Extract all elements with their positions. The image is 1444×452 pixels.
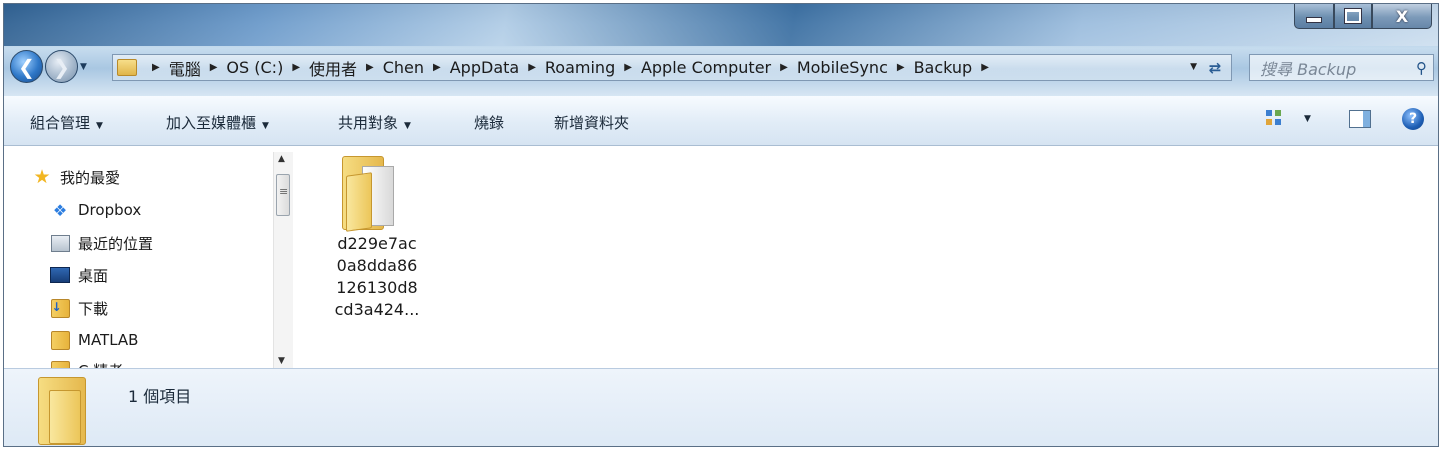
details-pane: 1 個項目	[4, 368, 1438, 446]
downloads-folder-icon	[50, 298, 70, 318]
change-view-icon[interactable]	[1266, 110, 1284, 128]
organize-label: 組合管理	[30, 114, 91, 132]
sidebar-item-favorites[interactable]: ★ 我的最愛	[32, 164, 120, 190]
preview-pane-icon[interactable]	[1349, 110, 1371, 128]
chevron-down-icon: ▼	[404, 121, 411, 131]
breadcrumb-chevron-icon[interactable]: ▶	[981, 62, 989, 73]
breadcrumb-chevron-icon[interactable]: ▶	[528, 62, 536, 73]
recent-pages-dropdown-icon[interactable]: ▼	[80, 62, 87, 72]
scrollbar-thumb[interactable]	[276, 174, 290, 216]
breadcrumb-item[interactable]: OS (C:)	[226, 58, 283, 77]
new-folder-label: 新增資料夾	[554, 114, 630, 132]
help-icon[interactable]: ?	[1402, 108, 1424, 130]
share-with-button[interactable]: 共用對象 ▼	[338, 112, 411, 133]
breadcrumb-chevron-icon[interactable]: ▶	[210, 62, 218, 73]
folder-name-line: cd3a424...	[334, 300, 420, 319]
breadcrumb-item[interactable]: Roaming	[545, 58, 615, 77]
dropbox-icon: ❖	[52, 200, 68, 220]
organize-button[interactable]: 組合管理 ▼	[30, 112, 103, 133]
maximize-icon	[1344, 8, 1362, 24]
back-arrow-icon: ❮	[18, 54, 35, 79]
close-button[interactable]: X	[1372, 4, 1432, 29]
scroll-up-icon[interactable]: ▲	[278, 154, 285, 164]
folder-icon	[38, 377, 86, 445]
breadcrumb-chevron-icon[interactable]: ▶	[366, 62, 374, 73]
breadcrumb-item[interactable]: MobileSync	[797, 58, 888, 77]
burn-label: 燒錄	[474, 114, 505, 132]
sidebar-item-label: MATLAB	[78, 331, 139, 349]
breadcrumb-item[interactable]: Backup	[914, 58, 973, 77]
forward-button[interactable]: ❯	[45, 50, 78, 83]
recent-places-icon	[50, 234, 70, 252]
breadcrumb-item[interactable]: Chen	[383, 58, 424, 77]
sidebar-item-matlab[interactable]: MATLAB	[50, 327, 138, 353]
title-bar: X ❮ ❯ ▼ ▶ 電腦 ▶ OS (C:) ▶ 使用者 ▶ Chen ▶ Ap…	[4, 4, 1438, 96]
sidebar-item-label: 下載	[78, 299, 109, 318]
share-with-label: 共用對象	[338, 114, 399, 132]
folder-icon	[50, 330, 70, 350]
chevron-down-icon: ▼	[96, 121, 103, 131]
star-icon: ★	[33, 166, 51, 188]
breadcrumb-chevron-icon[interactable]: ▶	[897, 62, 905, 73]
sidebar-item-label: Dropbox	[78, 201, 142, 219]
item-count: 1 個項目	[128, 387, 192, 406]
explorer-window: X ❮ ❯ ▼ ▶ 電腦 ▶ OS (C:) ▶ 使用者 ▶ Chen ▶ Ap…	[3, 3, 1439, 447]
address-dropdown-icon[interactable]: ▼	[1190, 62, 1197, 72]
breadcrumb-chevron-icon[interactable]: ▶	[780, 62, 788, 73]
caption-buttons: X	[1294, 4, 1432, 30]
view-options-dropdown-icon[interactable]: ▼	[1304, 114, 1311, 124]
chevron-down-icon: ▼	[262, 121, 269, 131]
new-folder-button[interactable]: 新增資料夾	[554, 112, 629, 133]
command-bar: 組合管理 ▼ 加入至媒體櫃 ▼ 共用對象 ▼ 燒錄 新增資料夾 ▼ ?	[4, 96, 1438, 146]
search-input[interactable]: 搜尋 Backup	[1260, 56, 1356, 80]
breadcrumb-item[interactable]: 電腦	[169, 56, 201, 80]
sidebar-item-dropbox[interactable]: ❖ Dropbox	[50, 197, 141, 223]
folder-name-line: 126130d8	[336, 278, 418, 297]
maximize-button[interactable]	[1334, 4, 1372, 29]
sidebar-item-recent-places[interactable]: 最近的位置	[50, 230, 153, 256]
minimize-button[interactable]	[1294, 4, 1334, 29]
breadcrumb: ▶ 電腦 ▶ OS (C:) ▶ 使用者 ▶ Chen ▶ AppData ▶ …	[143, 56, 998, 80]
breadcrumb-item[interactable]: Apple Computer	[641, 58, 771, 77]
sidebar-item-desktop[interactable]: 桌面	[50, 262, 108, 288]
navigation-pane: ★ 我的最愛 ❖ Dropbox 最近的位置 桌面 下載 MATLAB C 精者	[4, 146, 296, 380]
folder-name-line: d229e7ac	[337, 234, 417, 253]
close-icon: X	[1395, 6, 1409, 26]
refresh-icon: ⇄	[1208, 58, 1222, 77]
add-to-library-label: 加入至媒體櫃	[166, 114, 257, 132]
search-icon[interactable]: ⚲	[1416, 59, 1427, 77]
folder-front	[346, 172, 372, 232]
desktop-icon	[50, 266, 70, 284]
back-button[interactable]: ❮	[10, 50, 43, 83]
forward-arrow-icon: ❯	[53, 54, 70, 79]
minimize-icon	[1306, 17, 1322, 23]
folder-icon[interactable]	[342, 156, 396, 232]
search-box[interactable]: 搜尋 Backup ⚲	[1249, 54, 1434, 81]
breadcrumb-item[interactable]: AppData	[450, 58, 519, 77]
scroll-down-icon[interactable]: ▼	[278, 356, 285, 366]
folder-name-line: 0a8dda86	[336, 256, 418, 275]
address-bar[interactable]: ▶ 電腦 ▶ OS (C:) ▶ 使用者 ▶ Chen ▶ AppData ▶ …	[112, 54, 1232, 81]
refresh-button[interactable]: ⇄	[1203, 57, 1227, 78]
navigation-scrollbar[interactable]: ▲ ▼	[273, 152, 293, 368]
breadcrumb-chevron-icon[interactable]: ▶	[152, 62, 160, 73]
sidebar-item-downloads[interactable]: 下載	[50, 295, 108, 321]
breadcrumb-chevron-icon[interactable]: ▶	[433, 62, 441, 73]
navigation-buttons: ❮ ❯ ▼	[10, 50, 87, 83]
burn-button[interactable]: 燒錄	[474, 112, 504, 133]
breadcrumb-chevron-icon[interactable]: ▶	[292, 62, 300, 73]
folder-item-name[interactable]: d229e7ac 0a8dda86 126130d8 cd3a424...	[322, 233, 432, 321]
sidebar-item-label: 最近的位置	[78, 234, 154, 253]
sidebar-item-label: 我的最愛	[60, 168, 121, 187]
breadcrumb-item[interactable]: 使用者	[309, 56, 357, 80]
sidebar-item-label: 桌面	[78, 266, 109, 285]
folder-icon	[117, 59, 137, 76]
add-to-library-button[interactable]: 加入至媒體櫃 ▼	[166, 112, 269, 133]
breadcrumb-chevron-icon[interactable]: ▶	[624, 62, 632, 73]
